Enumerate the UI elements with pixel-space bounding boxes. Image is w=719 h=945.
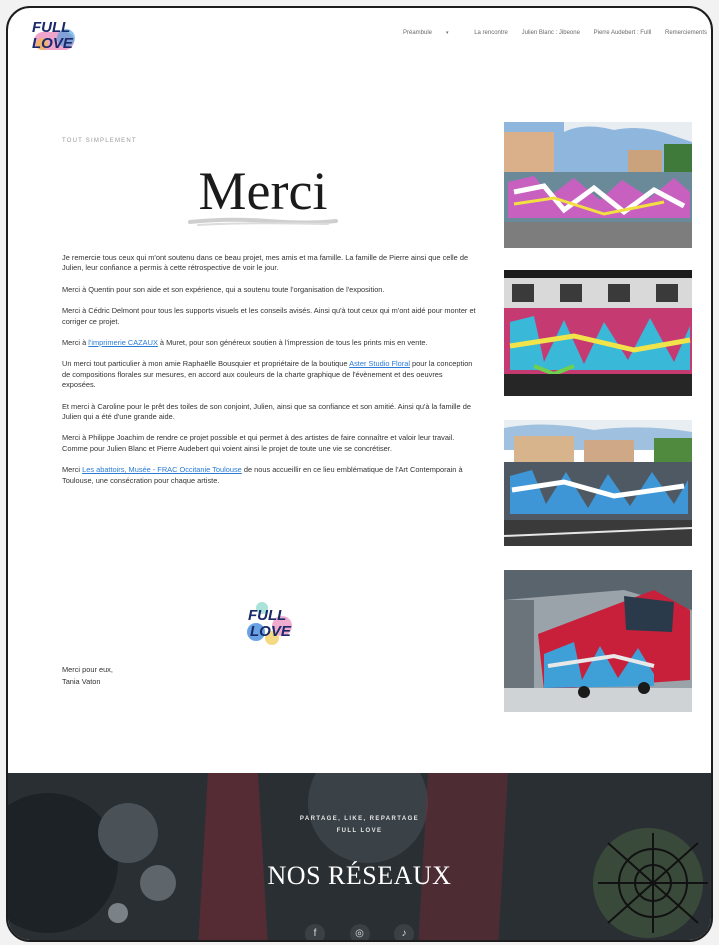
link-imprimerie-cazaux[interactable]: l'imprimerie CAZAUX <box>88 338 158 347</box>
link-aster-studio-floral[interactable]: Aster Studio Floral <box>349 359 410 368</box>
tiktok-icon[interactable]: ♪ <box>393 924 414 940</box>
paragraph-4: Merci à l'imprimerie CAZAUX à Muret, pou… <box>62 338 428 348</box>
title-underline-decoration <box>188 217 338 226</box>
paragraph-2: Merci à Quentin pour son aide et son exp… <box>62 284 385 294</box>
svg-text:FULL: FULL <box>248 607 286 624</box>
chevron-down-icon: ▾ <box>446 30 449 36</box>
svg-text:FULL: FULL <box>32 19 70 36</box>
full-love-logo-small: FULL LOVE <box>247 602 292 645</box>
nav-item-la-rencontre[interactable]: La rencontre <box>474 30 508 36</box>
photo-graffiti-red-train[interactable] <box>504 570 692 712</box>
paragraph-8: Merci Les abattoirs, Musée - FRAC Occita… <box>62 465 463 485</box>
instagram-icon[interactable]: ◎ <box>349 924 370 940</box>
thanks-text: Je remercie tous ceux qui m'ont soutenu … <box>62 253 477 497</box>
paragraph-5: Un merci tout particulier à mon amie Rap… <box>62 359 473 390</box>
nav-item-preambule[interactable]: Préambule ▾ <box>403 30 461 36</box>
nav-item-julien-blanc[interactable]: Julien Blanc : Jibeone <box>522 30 580 36</box>
svg-text:LOVE: LOVE <box>250 623 292 640</box>
photo-graffiti-wall-buildings[interactable] <box>504 122 692 248</box>
svg-text:LOVE: LOVE <box>32 35 74 52</box>
nav-item-remerciements[interactable]: Remerciements <box>665 30 707 36</box>
full-love-logo[interactable]: FULL LOVE <box>26 16 86 54</box>
footer-background-art <box>8 773 708 940</box>
site-header: FULL LOVE Préambule ▾ La rencontre Julien… <box>8 8 711 60</box>
browser-frame: FULL LOVE Préambule ▾ La rencontre Julien… <box>6 6 713 942</box>
paragraph-3: Merci à Cédric Delmont pour tous les sup… <box>62 306 476 326</box>
facebook-icon[interactable]: f <box>305 924 326 940</box>
page-title: Merci <box>198 161 328 221</box>
paragraph-7: Merci à Philippe Joachim de rendre ce pr… <box>62 433 455 453</box>
photo-graffiti-train[interactable] <box>504 270 692 396</box>
link-les-abattoirs[interactable]: Les abattoirs, Musée - FRAC Occitanie To… <box>82 465 242 474</box>
signature: Merci pour eux, Tania Vaton <box>62 665 113 686</box>
main-navigation: Préambule ▾ La rencontre Julien Blanc : J… <box>403 30 711 36</box>
section-kicker: TOUT SIMPLEMENT <box>62 138 137 144</box>
footer-title: NOS RÉSEAUX <box>267 861 452 890</box>
photo-graffiti-wall-street[interactable] <box>504 420 692 546</box>
site-footer: PARTAGE, LIKE, REPARTAGE FULL LOVE NOS R… <box>8 773 711 940</box>
footer-subtitle: PARTAGE, LIKE, REPARTAGE FULL LOVE <box>299 816 420 834</box>
paragraph-6: Et merci à Caroline pour le prêt des toi… <box>62 401 471 422</box>
paragraph-1: Je remercie tous ceux qui m'ont soutenu … <box>62 253 469 273</box>
social-links: f ◎ ♪ <box>8 923 711 940</box>
nav-item-pierre-audebert[interactable]: Pierre Audebert : Fulll <box>594 30 652 36</box>
